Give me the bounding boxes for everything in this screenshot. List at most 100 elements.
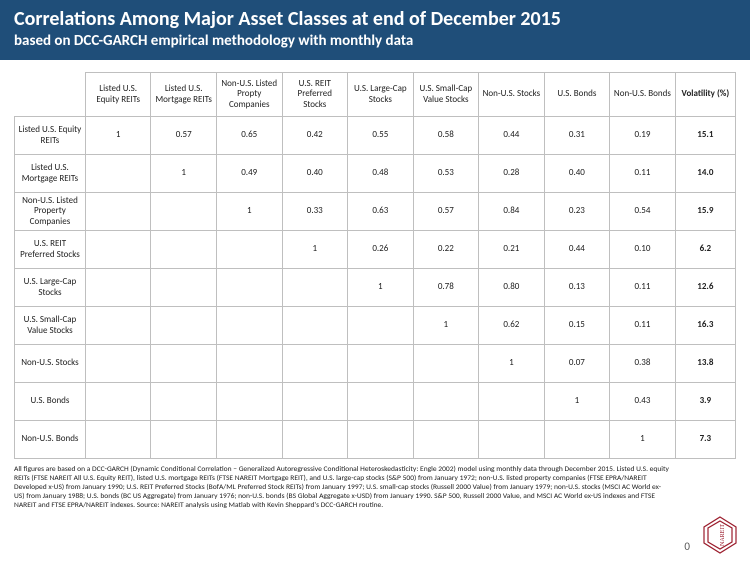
data-cell: 0.11 [610,307,676,345]
data-cell: 0.63 [348,193,414,231]
data-cell [151,231,217,269]
data-cell [216,345,282,383]
data-cell [348,383,414,421]
data-cell [85,345,151,383]
page-title: Correlations Among Major Asset Classes a… [14,8,736,30]
data-cell [413,383,479,421]
data-cell [544,421,610,459]
data-cell: 0.33 [282,193,348,231]
table-header-row: Listed U.S. Equity REITs Listed U.S. Mor… [15,73,736,117]
table-row: U.S. Small-Cap Value Stocks 10.620.150.11… [15,307,736,345]
data-cell [151,307,217,345]
data-cell [85,269,151,307]
footnote: All figures are based on a DCC-GARCH (Dy… [0,459,750,510]
table-row: Non-U.S. Stocks10.070.3813.8 [15,345,736,383]
data-cell: 0.40 [282,155,348,193]
data-cell [85,383,151,421]
data-cell [348,421,414,459]
volatility-cell: 14.0 [675,155,735,193]
data-cell [216,307,282,345]
data-cell: 0.11 [610,269,676,307]
correlation-table: Listed U.S. Equity REITs Listed U.S. Mor… [14,72,736,459]
data-cell [216,421,282,459]
data-cell [282,345,348,383]
data-cell: 0.49 [216,155,282,193]
data-cell [85,421,151,459]
correlation-table-container: Listed U.S. Equity REITs Listed U.S. Mor… [0,60,750,459]
data-cell [151,383,217,421]
data-cell: 1 [610,421,676,459]
data-cell: 0.38 [610,345,676,383]
data-cell: 0.54 [610,193,676,231]
data-cell: 0.07 [544,345,610,383]
data-cell [479,421,545,459]
data-cell: 0.19 [610,117,676,155]
data-cell [151,421,217,459]
data-cell: 0.11 [610,155,676,193]
data-cell [151,193,217,231]
data-cell: 1 [216,193,282,231]
row-header: U.S. Bonds [15,383,86,421]
header: Correlations Among Major Asset Classes a… [0,0,750,60]
table-row: U.S. Large-Cap Stocks10.780.800.130.1112… [15,269,736,307]
data-cell [413,345,479,383]
data-cell: 1 [85,117,151,155]
data-cell: 0.43 [610,383,676,421]
corner-cell [15,73,86,117]
volatility-cell: 16.3 [675,307,735,345]
volatility-cell: 3.9 [675,383,735,421]
col-header: Listed U.S. Equity REITs [85,73,151,117]
data-cell: 0.62 [479,307,545,345]
data-cell: 0.80 [479,269,545,307]
data-cell: 0.31 [544,117,610,155]
page-subtitle: based on DCC-GARCH empirical methodology… [14,32,736,50]
data-cell: 0.42 [282,117,348,155]
volatility-cell: 13.8 [675,345,735,383]
data-cell: 0.21 [479,231,545,269]
data-cell [151,345,217,383]
page-number: 0 [684,540,690,553]
data-cell: 1 [151,155,217,193]
row-header: U.S. REIT Preferred Stocks [15,231,86,269]
volatility-cell: 12.6 [675,269,735,307]
col-header: Listed U.S. Mortgage REITs [151,73,217,117]
data-cell: 1 [413,307,479,345]
data-cell [282,383,348,421]
row-header: Listed U.S. Mortgage REITs [15,155,86,193]
data-cell [85,307,151,345]
volatility-cell: 15.9 [675,193,735,231]
data-cell: 0.40 [544,155,610,193]
col-header: Non-U.S. Stocks [479,73,545,117]
data-cell [151,269,217,307]
data-cell: 0.58 [413,117,479,155]
row-header: Non-U.S. Bonds [15,421,86,459]
col-header: Non-U.S. Listed Propty Companies [216,73,282,117]
table-row: U.S. REIT Preferred Stocks10.260.220.210… [15,231,736,269]
row-header: U.S. Large-Cap Stocks [15,269,86,307]
volatility-cell: 6.2 [675,231,735,269]
data-cell: 0.26 [348,231,414,269]
col-header: U.S. Bonds [544,73,610,117]
table-row: Non-U.S. Bonds17.3 [15,421,736,459]
logo-text: NAREIT [720,524,726,546]
data-cell [348,345,414,383]
data-cell [413,421,479,459]
data-cell: 1 [479,345,545,383]
data-cell [216,269,282,307]
volatility-cell: 15.1 [675,117,735,155]
data-cell: 0.84 [479,193,545,231]
data-cell: 0.22 [413,231,479,269]
data-cell: 0.44 [544,231,610,269]
data-cell [282,307,348,345]
table-row: Listed U.S. Equity REITs10.570.650.420.5… [15,117,736,155]
data-cell: 0.53 [413,155,479,193]
data-cell [216,231,282,269]
col-header: Non-U.S. Bonds [610,73,676,117]
data-cell [282,421,348,459]
data-cell [282,269,348,307]
data-cell: 1 [544,383,610,421]
row-header: Non-U.S. Listed Property Companies [15,193,86,231]
row-header: U.S. Small-Cap Value Stocks [15,307,86,345]
data-cell [348,307,414,345]
data-cell: 0.15 [544,307,610,345]
